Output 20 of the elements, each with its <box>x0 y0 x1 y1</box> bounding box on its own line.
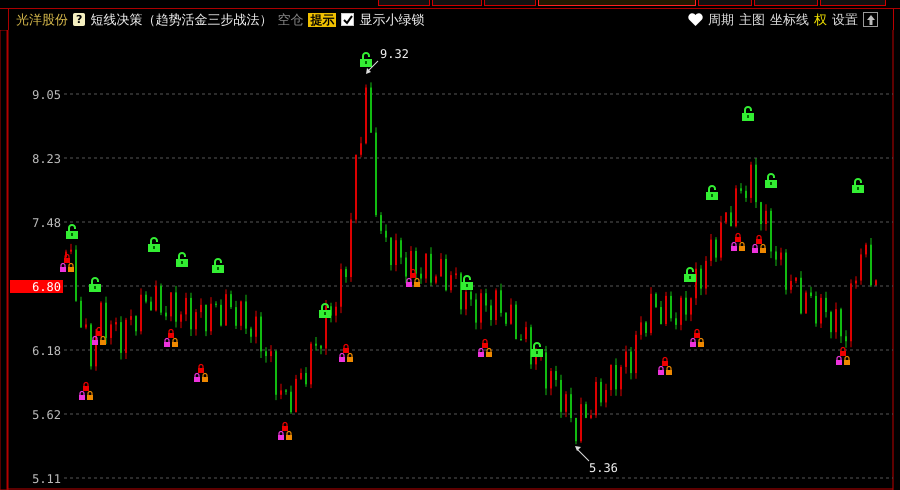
axis-label: 6.18 <box>32 344 61 358</box>
position-status: 空仓 <box>277 12 304 28</box>
axis-label: 8.23 <box>32 152 61 166</box>
axis-label: 7.48 <box>32 216 61 230</box>
checkbox-label[interactable]: 显示小绿锁 <box>359 10 424 28</box>
axis-label: 6.80 <box>32 280 61 294</box>
hint-button[interactable]: 提示 <box>308 12 336 26</box>
toolbar-item[interactable]: 权 <box>814 10 827 28</box>
strategy-title: 短线决策（趋势活金三步战法） <box>90 12 272 28</box>
stock-name: 光洋股份 <box>16 12 68 28</box>
low-price-label: 5.36 <box>589 461 618 475</box>
high-price-label: 9.32 <box>380 47 409 61</box>
toolbar-item[interactable]: 坐标线 <box>770 10 809 28</box>
axis-label: 5.62 <box>32 408 61 422</box>
axis-label: 9.05 <box>32 88 61 102</box>
toolbar-item[interactable]: 周期 <box>708 10 734 28</box>
axis-label: 5.11 <box>32 472 61 486</box>
toolbar-item[interactable]: 设置 <box>832 10 858 28</box>
toolbar-item[interactable]: 主图 <box>739 10 765 28</box>
help-icon[interactable]: ? <box>73 13 86 26</box>
